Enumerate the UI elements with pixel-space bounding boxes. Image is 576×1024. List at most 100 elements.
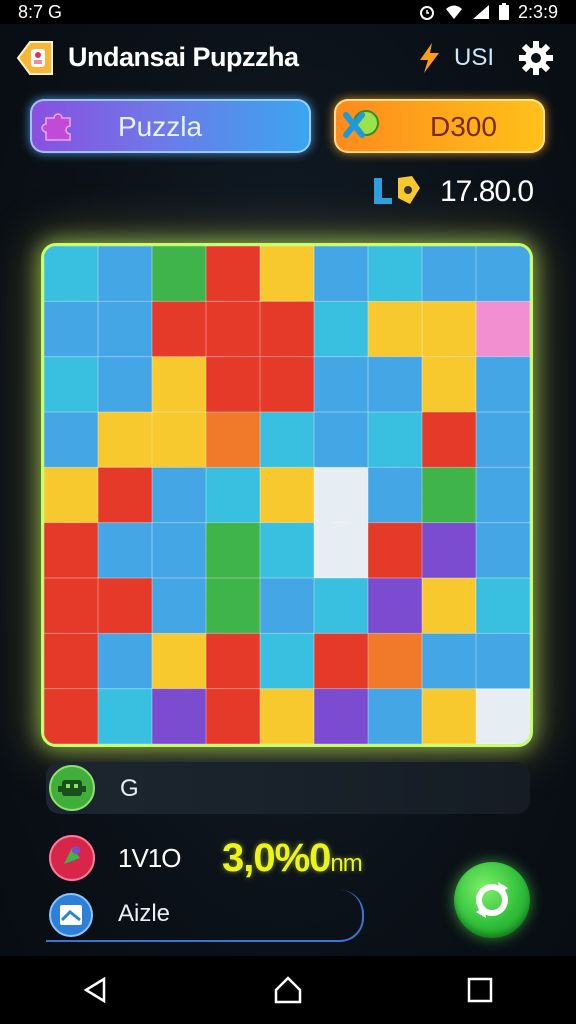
puzzle-piece[interactable] — [206, 467, 269, 532]
puzzle-piece[interactable] — [152, 467, 215, 532]
nav-home-icon[interactable] — [268, 970, 308, 1010]
signal-icon — [472, 5, 489, 19]
puzzle-piece[interactable] — [476, 467, 530, 532]
puzzle-piece[interactable] — [476, 246, 530, 310]
system-nav-bar — [0, 956, 576, 1024]
puzzle-piece[interactable] — [422, 301, 485, 366]
coins-button[interactable]: D300 — [334, 99, 545, 153]
puzzle-piece[interactable] — [206, 356, 269, 421]
puzzle-piece[interactable] — [152, 301, 215, 366]
puzzle-board[interactable] — [44, 246, 530, 744]
puzzle-piece[interactable] — [260, 467, 323, 532]
puzzle-piece[interactable] — [44, 246, 107, 310]
puzzle-piece[interactable] — [368, 688, 431, 744]
puzzle-piece[interactable] — [476, 688, 530, 744]
puzzle-piece[interactable] — [152, 356, 215, 421]
puzzle-piece[interactable] — [314, 356, 377, 421]
puzzle-piece[interactable] — [422, 412, 485, 476]
puzzle-piece[interactable] — [206, 412, 269, 476]
puzzle-piece[interactable] — [368, 522, 431, 587]
puzzle-piece[interactable] — [476, 356, 530, 421]
puzzle-piece[interactable] — [98, 688, 161, 744]
refresh-button[interactable] — [454, 862, 530, 938]
nav-recents-icon[interactable] — [460, 970, 500, 1010]
puzzle-piece[interactable] — [314, 246, 377, 310]
puzzle-piece[interactable] — [260, 301, 323, 366]
puzzle-piece[interactable] — [152, 412, 215, 476]
puzzle-piece[interactable] — [368, 467, 431, 532]
gear-icon[interactable] — [518, 40, 554, 76]
puzzle-piece[interactable] — [206, 688, 269, 744]
puzzle-piece[interactable] — [260, 688, 323, 744]
hint-bar[interactable]: Aizle — [46, 890, 364, 942]
puzzle-piece[interactable] — [260, 356, 323, 421]
g-bar[interactable]: G — [46, 762, 530, 814]
puzzle-piece[interactable] — [44, 412, 107, 476]
puzzle-piece[interactable] — [422, 246, 485, 310]
puzzle-piece[interactable] — [368, 356, 431, 421]
puzzle-piece[interactable] — [314, 688, 377, 744]
back-icon[interactable] — [16, 40, 54, 76]
puzzle-piece[interactable] — [44, 633, 107, 698]
puzzle-piece[interactable] — [476, 633, 530, 698]
puzzle-piece[interactable] — [422, 356, 485, 421]
puzzle-grid[interactable] — [44, 246, 530, 744]
puzzle-piece[interactable] — [314, 633, 377, 698]
puzzle-piece[interactable] — [368, 301, 431, 366]
puzzle-piece[interactable] — [422, 688, 485, 744]
puzzle-piece[interactable] — [260, 412, 323, 476]
robot-icon — [49, 765, 95, 811]
timer-display: 3,0%0nm — [222, 836, 363, 881]
puzzle-piece[interactable] — [98, 467, 161, 532]
user-label[interactable]: USI — [454, 44, 494, 72]
puzzle-piece[interactable] — [44, 578, 107, 642]
refresh-icon — [476, 882, 508, 918]
puzzle-piece[interactable] — [98, 633, 161, 698]
puzzle-piece[interactable] — [476, 522, 530, 587]
puzzle-piece[interactable] — [476, 578, 530, 642]
puzzle-piece[interactable] — [152, 633, 215, 698]
puzzle-piece[interactable] — [260, 246, 323, 310]
puzzle-piece[interactable] — [422, 578, 485, 642]
puzzle-piece[interactable] — [206, 246, 269, 310]
puzzle-piece[interactable] — [44, 356, 107, 421]
nav-back-icon[interactable] — [76, 970, 116, 1010]
puzzle-mode-button[interactable]: Puzzla — [30, 99, 311, 153]
puzzle-piece[interactable] — [98, 522, 161, 587]
puzzle-piece[interactable] — [44, 301, 107, 366]
puzzle-piece[interactable] — [314, 467, 377, 532]
puzzle-piece[interactable] — [368, 246, 431, 310]
puzzle-piece[interactable] — [368, 412, 431, 476]
puzzle-piece[interactable] — [422, 467, 485, 532]
puzzle-piece[interactable] — [44, 522, 107, 587]
puzzle-piece[interactable] — [314, 412, 377, 476]
puzzle-piece[interactable] — [260, 633, 323, 698]
puzzle-piece[interactable] — [314, 578, 377, 642]
puzzle-piece[interactable] — [314, 522, 377, 587]
puzzle-piece[interactable] — [422, 522, 485, 587]
puzzle-mode-label: Puzzla — [118, 111, 203, 142]
puzzle-piece[interactable] — [152, 522, 215, 587]
puzzle-piece[interactable] — [152, 688, 215, 744]
puzzle-piece[interactable] — [44, 467, 107, 532]
puzzle-piece[interactable] — [98, 301, 161, 366]
puzzle-piece[interactable] — [206, 301, 269, 366]
puzzle-piece[interactable] — [206, 633, 269, 698]
puzzle-piece[interactable] — [152, 578, 215, 642]
puzzle-piece[interactable] — [98, 356, 161, 421]
puzzle-piece[interactable] — [152, 246, 215, 310]
puzzle-piece[interactable] — [260, 522, 323, 587]
puzzle-piece[interactable] — [476, 412, 530, 476]
puzzle-piece[interactable] — [422, 633, 485, 698]
puzzle-piece[interactable] — [368, 633, 431, 698]
puzzle-piece[interactable] — [98, 246, 161, 310]
puzzle-piece[interactable] — [98, 412, 161, 476]
puzzle-piece[interactable] — [98, 578, 161, 642]
puzzle-piece[interactable] — [206, 578, 269, 642]
puzzle-piece[interactable] — [314, 301, 377, 366]
puzzle-piece[interactable] — [260, 578, 323, 642]
puzzle-piece[interactable] — [206, 522, 269, 587]
puzzle-piece[interactable] — [44, 688, 107, 744]
puzzle-piece[interactable] — [476, 301, 530, 366]
puzzle-piece[interactable] — [368, 578, 431, 642]
